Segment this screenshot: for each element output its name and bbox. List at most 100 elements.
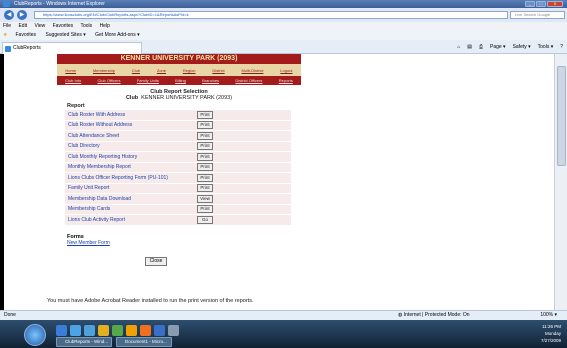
page-menu[interactable]: Page ▾ xyxy=(490,43,506,51)
new-member-form-link[interactable]: New Member Form xyxy=(57,240,301,246)
window-title: ClubReports - Windows Internet Explorer xyxy=(14,1,105,7)
quicklaunch-icon[interactable] xyxy=(112,325,123,336)
nav-logout[interactable]: Logout xyxy=(280,68,292,73)
print-button[interactable]: Print xyxy=(197,131,213,140)
report-row: Monthly Membership Report Print xyxy=(65,162,291,173)
main-nav: Home Membership Club Zone Region Distric… xyxy=(57,64,301,76)
back-arrow-icon[interactable]: ◀ xyxy=(4,10,14,20)
home-icon[interactable]: ⌂ xyxy=(457,43,460,51)
quicklaunch-icon[interactable] xyxy=(154,325,165,336)
subnav-district-officers[interactable]: District Officers xyxy=(235,78,262,83)
start-button[interactable] xyxy=(24,324,46,346)
quicklaunch-icon[interactable] xyxy=(126,325,137,336)
search-input[interactable]: Live Search Google xyxy=(510,11,565,19)
report-link[interactable]: Club Attendance Sheet xyxy=(65,133,197,139)
report-link[interactable]: Family Unit Report xyxy=(65,185,197,191)
acrobat-note: You must have Adobe Acrobat Reader insta… xyxy=(47,298,254,304)
print-button[interactable]: Print xyxy=(197,163,213,172)
print-button[interactable]: Print xyxy=(197,142,213,151)
taskbar-button-ie[interactable]: ClubReports - Wind... xyxy=(56,337,112,347)
nav-club[interactable]: Club xyxy=(132,68,140,73)
clock-time[interactable]: 11:26 PM xyxy=(510,323,561,330)
favorites-button[interactable]: Favorites xyxy=(15,32,36,38)
quicklaunch-icon[interactable] xyxy=(140,325,151,336)
feeds-icon[interactable]: ▤ xyxy=(467,43,472,51)
report-section-heading: Report xyxy=(67,103,85,109)
address-input[interactable]: https://www.lionsclubs.org/EN/Club/ClubR… xyxy=(34,11,508,19)
quicklaunch-icon[interactable] xyxy=(84,325,95,336)
tools-menu[interactable]: Tools ▾ xyxy=(538,43,554,51)
tab-clubreports[interactable]: ClubReports xyxy=(2,42,142,54)
report-link[interactable]: Lions Clubs Officer Reporting Form (PU-1… xyxy=(65,175,197,181)
nav-zone[interactable]: Zone xyxy=(157,68,166,73)
print-button[interactable]: Print xyxy=(197,110,213,119)
quicklaunch-icon[interactable] xyxy=(70,325,81,336)
quicklaunch-icon[interactable] xyxy=(98,325,109,336)
scrollbar-thumb[interactable] xyxy=(557,66,566,166)
report-row: Club Directory Print xyxy=(65,141,291,152)
subnav-billing[interactable]: Billing xyxy=(175,78,186,83)
quicklaunch-icon[interactable] xyxy=(56,325,67,336)
print-button[interactable]: Print xyxy=(197,121,213,130)
print-button[interactable]: Print xyxy=(197,152,213,161)
browser-window: ClubReports - Windows Internet Explorer … xyxy=(0,0,567,348)
report-link[interactable]: Club Directory xyxy=(65,143,197,149)
subnav-club-info[interactable]: Club Info xyxy=(65,78,81,83)
quicklaunch-icon[interactable] xyxy=(168,325,179,336)
forward-arrow-icon[interactable]: ▶ xyxy=(17,10,27,20)
go-button[interactable]: Go xyxy=(197,215,213,224)
subnav-reports[interactable]: Reports xyxy=(279,78,293,83)
title-bar: ClubReports - Windows Internet Explorer … xyxy=(0,0,567,8)
print-button[interactable]: Print xyxy=(197,173,213,182)
close-window-button[interactable]: X xyxy=(547,1,563,7)
sub-nav: Club Info Club Officers Family Units Bil… xyxy=(57,76,301,85)
menu-view[interactable]: View xyxy=(34,23,45,29)
safety-menu[interactable]: Safety ▾ xyxy=(513,43,531,51)
menu-edit[interactable]: Edit xyxy=(18,23,27,29)
taskbar: ClubReports - Wind... Document1 - Micro.… xyxy=(0,320,567,348)
zoom-control[interactable]: 100% ▾ xyxy=(540,311,557,320)
zone-label: Internet | Protected Mode: On xyxy=(403,312,470,318)
close-button[interactable]: Close xyxy=(145,256,167,266)
menu-tools[interactable]: Tools xyxy=(80,23,92,29)
report-row: Lions Clubs Officer Reporting Form (PU-1… xyxy=(65,173,291,184)
subnav-club-officers[interactable]: Club Officers xyxy=(97,78,120,83)
nav-home[interactable]: Home xyxy=(65,68,76,73)
suggested-sites-link[interactable]: Suggested Sites ▾ xyxy=(45,32,85,38)
nav-membership[interactable]: Membership xyxy=(93,68,115,73)
vertical-scrollbar[interactable] xyxy=(554,54,567,310)
report-link[interactable]: Club Roster With Address xyxy=(65,112,197,118)
report-link[interactable]: Club Monthly Reporting History xyxy=(65,154,197,160)
nav-multi-district[interactable]: Multi-District xyxy=(241,68,263,73)
report-link[interactable]: Membership Cards xyxy=(65,206,197,212)
ie-icon xyxy=(3,1,10,7)
get-addons-link[interactable]: Get More Add-ons ▾ xyxy=(95,32,139,38)
report-link[interactable]: Membership Data Download xyxy=(65,196,197,202)
menu-file[interactable]: File xyxy=(3,23,11,29)
print-button[interactable]: Print xyxy=(197,205,213,214)
help-icon[interactable]: ? xyxy=(560,43,563,51)
status-text: Done xyxy=(4,312,16,318)
taskbar-button-word[interactable]: Document1 - Micro... xyxy=(116,337,172,347)
menu-help[interactable]: Help xyxy=(100,23,110,29)
nav-district[interactable]: District xyxy=(212,68,224,73)
favorites-star-icon[interactable]: ★ xyxy=(3,32,7,38)
report-link[interactable]: Lions Club Activity Report xyxy=(65,217,197,223)
report-link[interactable]: Monthly Membership Report xyxy=(65,164,197,170)
nav-region[interactable]: Region xyxy=(183,68,196,73)
report-row: Family Unit Report Print xyxy=(65,183,291,194)
menu-favorites[interactable]: Favorites xyxy=(53,23,74,29)
report-link[interactable]: Club Roster Without Address xyxy=(65,122,197,128)
view-button[interactable]: View xyxy=(197,194,213,203)
subnav-branches[interactable]: Branches xyxy=(202,78,219,83)
page-icon xyxy=(5,46,11,52)
minimize-button[interactable]: _ xyxy=(525,1,535,7)
club-line: Club KENNER UNIVERSITY PARK (2093) xyxy=(57,95,301,101)
maximize-button[interactable]: □ xyxy=(536,1,546,7)
report-row: Lions Club Activity Report Go xyxy=(65,215,291,226)
print-icon[interactable]: ⎙ xyxy=(479,43,483,51)
subnav-family-units[interactable]: Family Units xyxy=(137,78,159,83)
clock-day: Monday xyxy=(544,331,561,336)
print-button[interactable]: Print xyxy=(197,184,213,193)
clock-date: 7/27/2009 xyxy=(540,338,561,343)
